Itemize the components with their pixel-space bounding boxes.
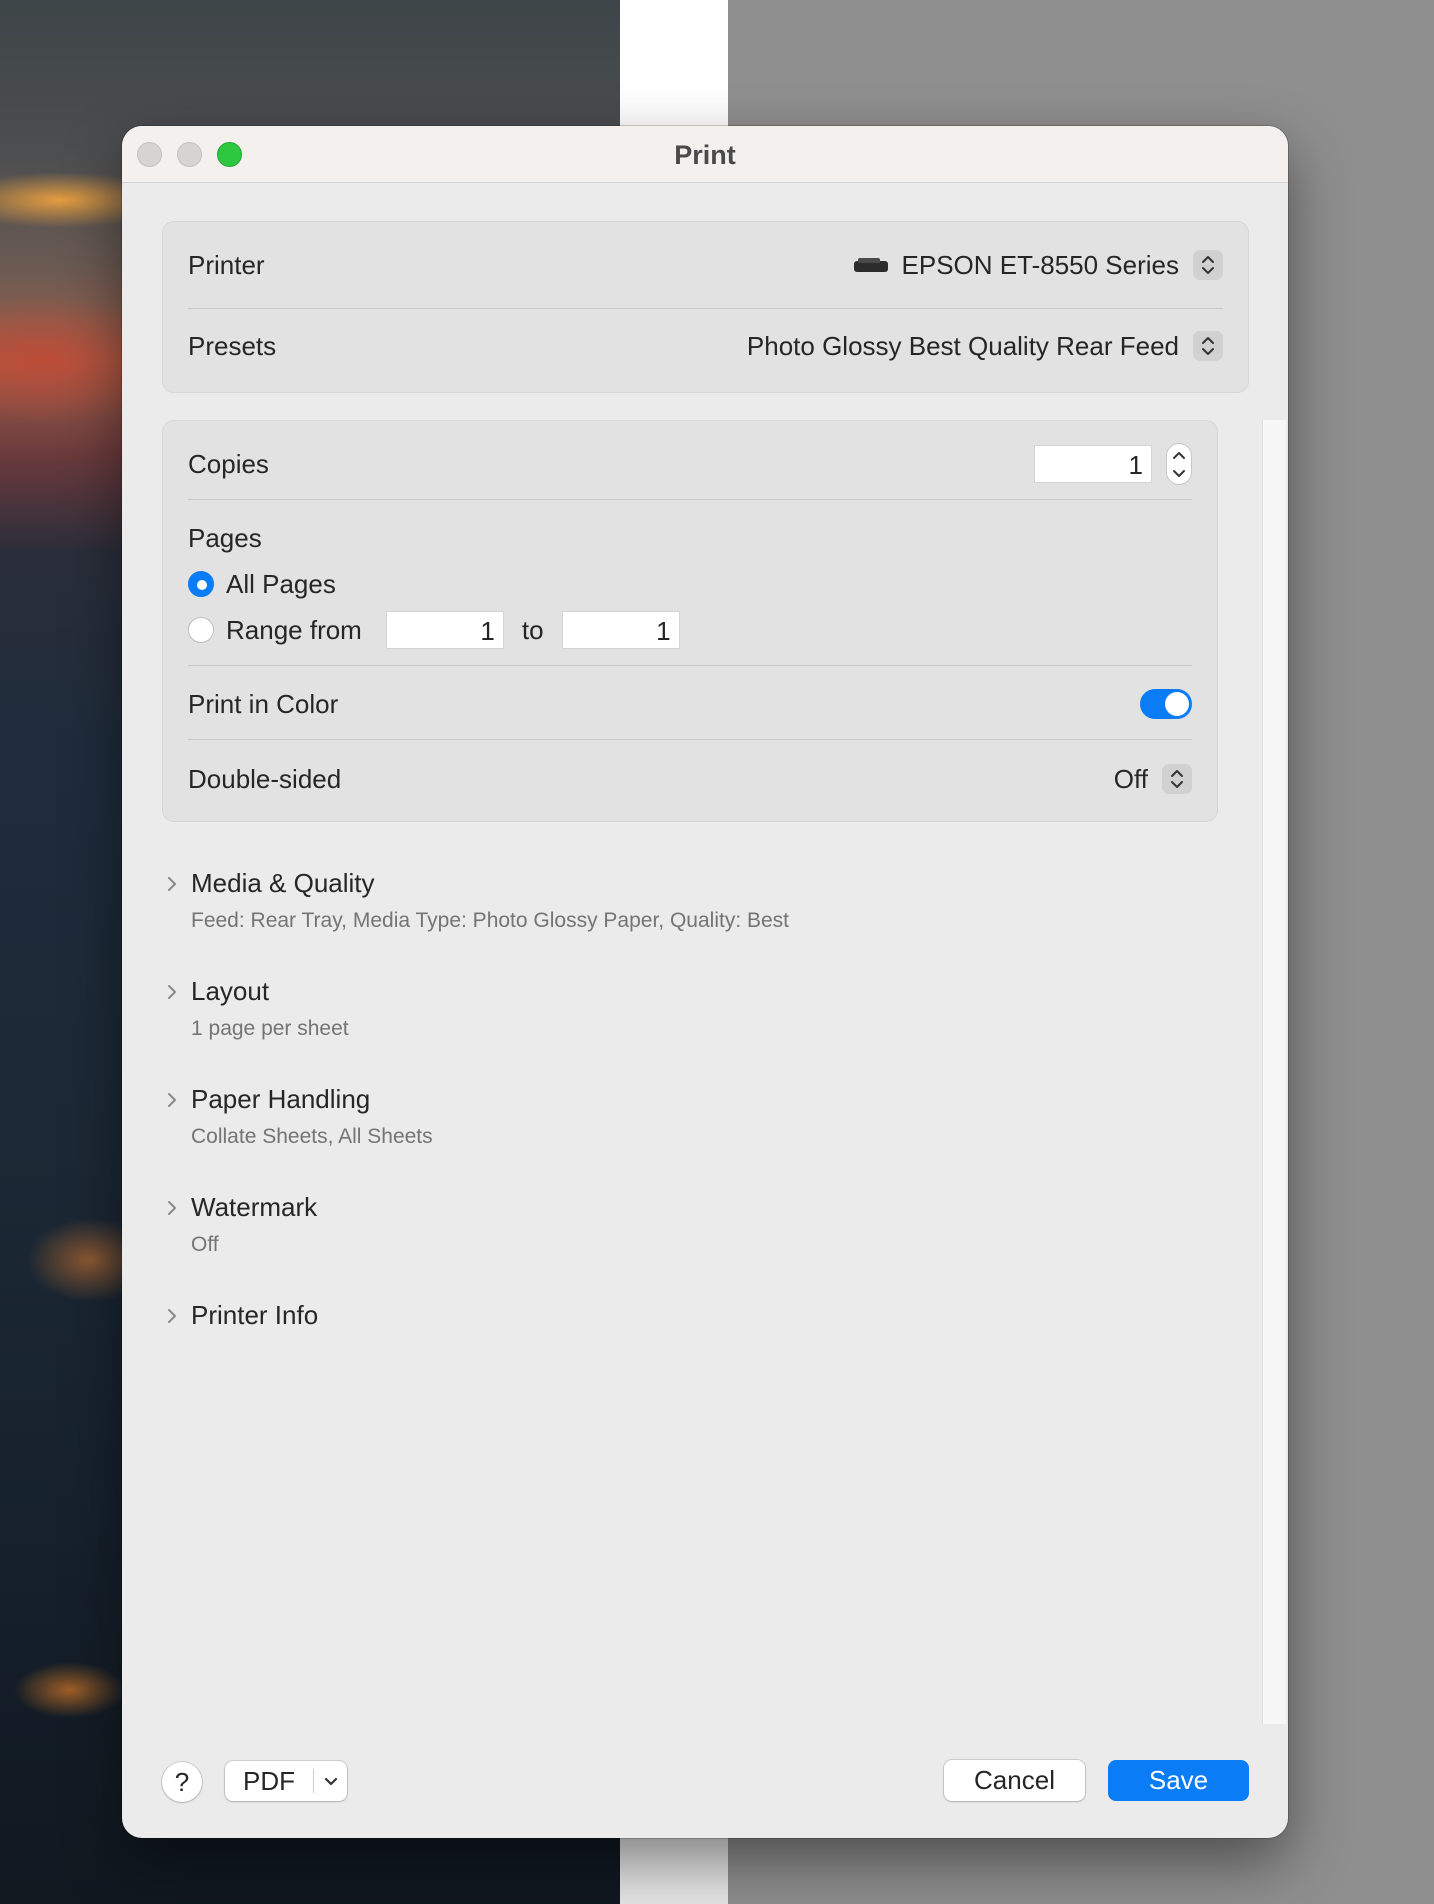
print-in-color-label: Print in Color: [188, 688, 339, 719]
chevron-right-icon: [168, 1308, 176, 1323]
section-watermark[interactable]: Watermark Off: [167, 1192, 317, 1257]
up-down-chevron-icon: [1193, 250, 1223, 280]
presets-select[interactable]: Photo Glossy Best Quality Rear Feed: [747, 331, 1223, 362]
up-down-chevron-icon: [1162, 764, 1192, 794]
section-summary: 1 page per sheet: [191, 1017, 349, 1040]
chevron-down-icon[interactable]: [1172, 469, 1186, 478]
divider: [188, 499, 1192, 500]
print-in-color-row: Print in Color: [188, 687, 1192, 721]
double-sided-row: Double-sided Off: [188, 762, 1192, 796]
chevron-right-icon: [168, 876, 176, 891]
section-title: Paper Handling: [191, 1084, 371, 1114]
copies-row: Copies 1: [188, 441, 1192, 487]
section-title: Watermark: [191, 1192, 318, 1222]
divider: [188, 308, 1223, 309]
chevron-right-icon: [168, 984, 176, 999]
all-pages-label: All Pages: [226, 568, 336, 599]
printer-value: EPSON ET-8550 Series: [901, 249, 1179, 280]
pages-label: Pages: [188, 522, 262, 553]
scrollbar[interactable]: [1262, 420, 1286, 1724]
printer-panel: Printer EPSON ET-8550 Series Presets Pho…: [162, 221, 1249, 393]
title-bar: Print: [122, 126, 1288, 183]
presets-value: Photo Glossy Best Quality Rear Feed: [746, 330, 1179, 361]
section-title: Media & Quality: [191, 868, 375, 898]
range-radio[interactable]: [188, 617, 214, 643]
pages-row: Pages: [188, 521, 1192, 555]
options-panel: Copies 1 Pages All Pages Range from 1 to…: [162, 420, 1218, 822]
double-sided-label: Double-sided: [188, 763, 342, 794]
range-to-label: to: [521, 614, 544, 645]
chevron-right-icon: [168, 1200, 176, 1215]
up-down-chevron-icon: [1193, 331, 1223, 361]
print-in-color-toggle[interactable]: [1140, 689, 1192, 719]
printer-select[interactable]: EPSON ET-8550 Series: [853, 249, 1223, 281]
section-summary: Feed: Rear Tray, Media Type: Photo Gloss…: [191, 909, 790, 932]
section-layout[interactable]: Layout 1 page per sheet: [167, 976, 349, 1041]
pdf-menu-button[interactable]: PDF: [225, 1761, 347, 1801]
cancel-button[interactable]: Cancel: [944, 1760, 1085, 1801]
chevron-up-icon[interactable]: [1172, 451, 1186, 460]
all-pages-option[interactable]: All Pages: [188, 567, 1192, 601]
copies-label: Copies: [188, 448, 269, 479]
presets-row: Presets Photo Glossy Best Quality Rear F…: [188, 329, 1223, 363]
print-dialog: Print Printer EPSON ET-8550 Series Prese…: [122, 126, 1288, 1838]
section-title: Layout: [191, 976, 270, 1006]
divider: [188, 739, 1192, 740]
double-sided-select[interactable]: Off: [1114, 764, 1192, 795]
save-button[interactable]: Save: [1108, 1760, 1249, 1801]
section-title: Printer Info: [191, 1300, 319, 1330]
help-button[interactable]: ?: [162, 1762, 202, 1802]
copies-stepper[interactable]: [1166, 443, 1192, 485]
section-printer-info[interactable]: Printer Info: [167, 1300, 318, 1331]
range-option: Range from 1 to 1: [188, 610, 1192, 650]
printer-icon: [853, 257, 888, 273]
printer-row: Printer EPSON ET-8550 Series: [188, 248, 1223, 282]
section-media-quality[interactable]: Media & Quality Feed: Rear Tray, Media T…: [167, 868, 789, 933]
printer-label: Printer: [188, 249, 265, 280]
section-summary: Collate Sheets, All Sheets: [191, 1125, 433, 1148]
pdf-label: PDF: [243, 1765, 295, 1796]
divider: [188, 665, 1192, 666]
chevron-down-icon[interactable]: [314, 1777, 347, 1786]
chevron-right-icon: [168, 1092, 176, 1107]
section-summary: Off: [191, 1233, 219, 1256]
double-sided-value: Off: [1113, 763, 1148, 794]
copies-input[interactable]: 1: [1034, 445, 1152, 483]
all-pages-radio[interactable]: [188, 571, 214, 597]
section-paper-handling[interactable]: Paper Handling Collate Sheets, All Sheet…: [167, 1084, 433, 1149]
range-from-input[interactable]: 1: [385, 611, 504, 649]
window-title: Print: [674, 140, 736, 170]
range-from-label: Range from: [226, 614, 362, 645]
presets-label: Presets: [188, 330, 277, 361]
range-to-input[interactable]: 1: [561, 611, 680, 649]
